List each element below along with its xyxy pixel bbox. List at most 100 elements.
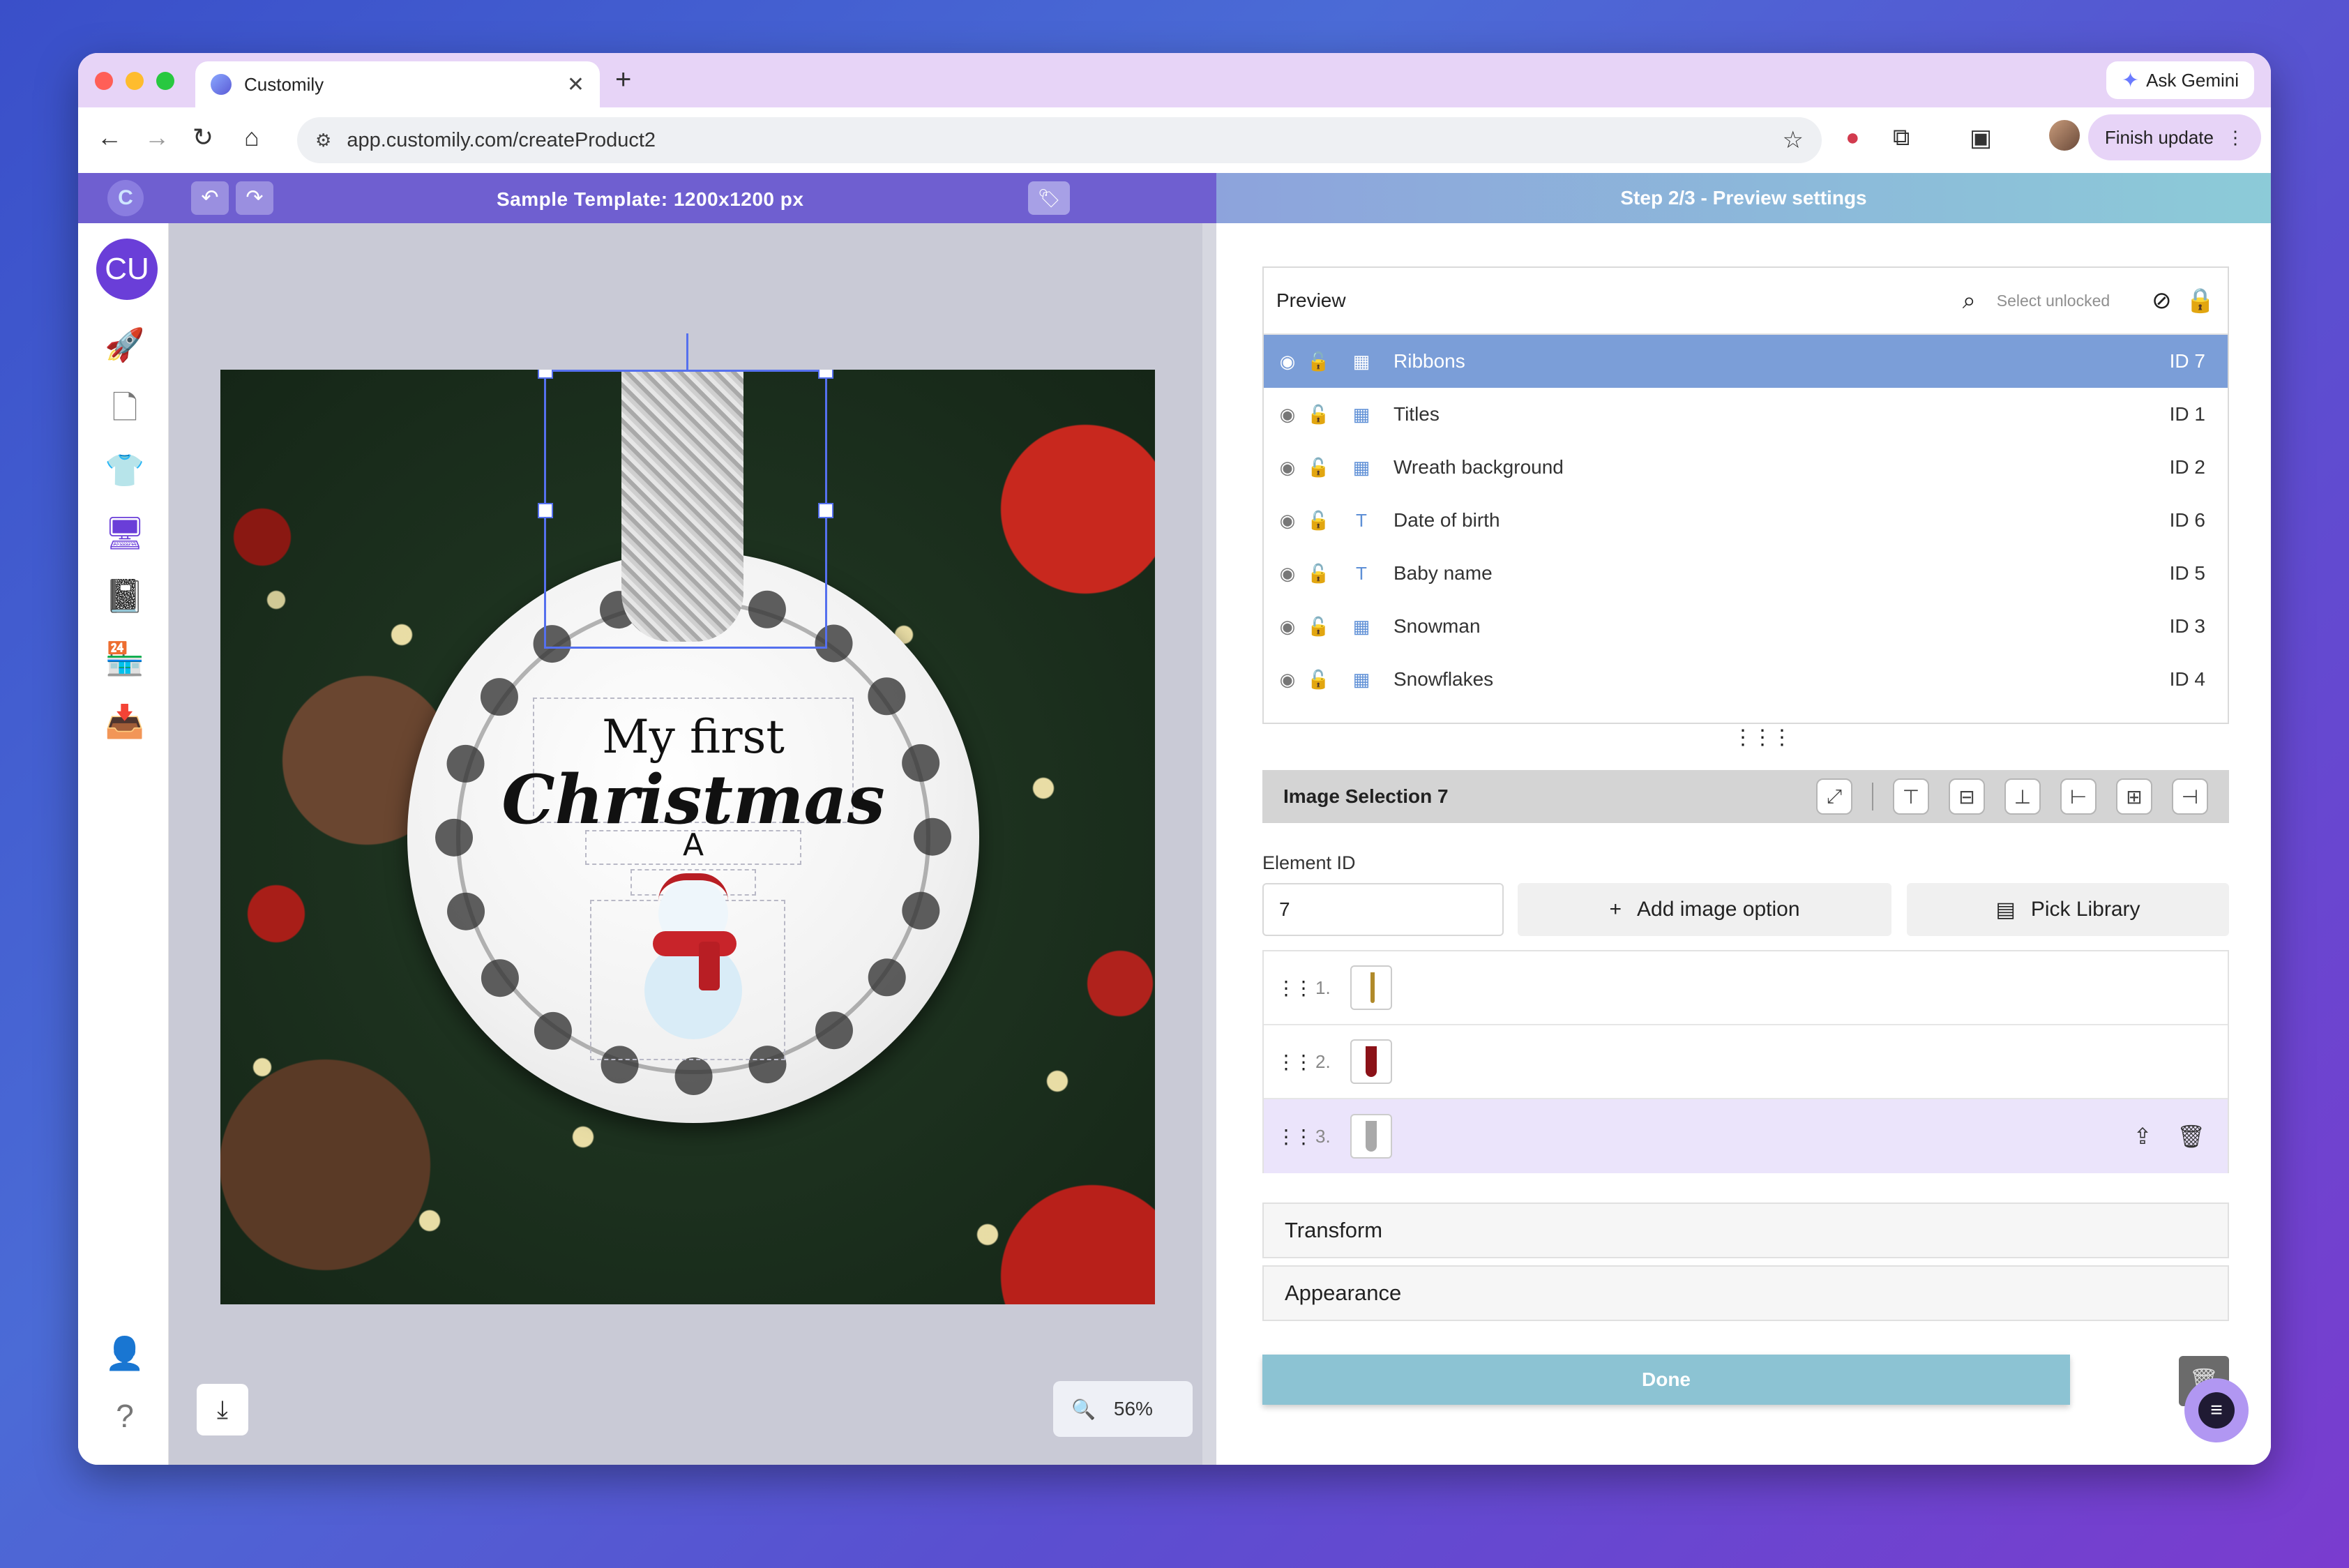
unlock-icon[interactable]: 🔓 — [1307, 457, 1329, 478]
image-option-row[interactable]: ⋮⋮ 1. — [1264, 951, 2228, 1025]
lock-icon[interactable]: 🔒 — [2186, 287, 2215, 315]
tab-search-icon[interactable]: ▣ — [1970, 124, 1992, 152]
profile-avatar[interactable] — [2049, 120, 2080, 151]
url-text[interactable]: app.customily.com/createProduct2 — [347, 129, 1782, 152]
unlock-icon[interactable]: 🔓 — [1307, 669, 1329, 691]
customily-favicon-icon — [211, 74, 232, 95]
layer-row[interactable]: ◉ 🔓 T Baby name ID 5 — [1264, 547, 2228, 600]
align-top-icon[interactable]: ⊤ — [1893, 778, 1929, 815]
help-icon[interactable]: ? — [104, 1395, 146, 1437]
drag-handle-icon[interactable]: ⋮⋮ — [1276, 1050, 1313, 1073]
appearance-accordion[interactable]: Appearance — [1262, 1265, 2229, 1321]
browser-tab[interactable]: Customily ✕ — [195, 61, 600, 107]
layer-name: Wreath background — [1393, 456, 1564, 478]
resize-handle-top-left[interactable] — [538, 370, 553, 379]
redo-button[interactable]: ↷ — [236, 181, 273, 215]
visibility-eye-icon[interactable]: ◉ — [1276, 404, 1299, 425]
extension-strawberry-icon[interactable]: ● — [1845, 124, 1860, 151]
image-option-row[interactable]: ⋮⋮ 2. — [1264, 1025, 2228, 1099]
unlock-icon[interactable]: 🔓 — [1307, 404, 1329, 425]
layer-row[interactable]: ◉ 🔓 T Date of birth ID 6 — [1264, 494, 2228, 547]
align-vertical-center-icon[interactable]: ⊟ — [1949, 778, 1985, 815]
layer-row[interactable]: ◉ 🔓 ▦ Snowman ID 3 — [1264, 600, 2228, 653]
layer-row[interactable]: ◉ 🔓 ▦ Titles ID 1 — [1264, 388, 2228, 441]
resize-grip-icon[interactable]: ⋮⋮⋮ — [1732, 725, 1792, 750]
unlock-icon[interactable]: 🔓 — [1307, 510, 1329, 532]
layer-search-icon[interactable]: ⌕ — [1963, 287, 1976, 315]
panel-divider[interactable] — [1202, 223, 1216, 1465]
transform-accordion[interactable]: Transform — [1262, 1203, 2229, 1258]
pick-library-button[interactable]: ▤ Pick Library — [1907, 883, 2229, 936]
drag-handle-icon[interactable]: ⋮⋮ — [1276, 1125, 1313, 1148]
maximize-window-button[interactable] — [156, 72, 174, 90]
visibility-eye-icon[interactable]: ◉ — [1276, 616, 1299, 638]
hide-eye-slash-icon[interactable]: ⊘ — [2152, 287, 2172, 315]
visibility-eye-icon[interactable]: ◉ — [1276, 669, 1299, 691]
option-thumbnail[interactable] — [1350, 1039, 1392, 1084]
rotation-handle[interactable] — [686, 333, 688, 370]
extensions-puzzle-icon[interactable]: ⧉ — [1893, 124, 1910, 151]
reload-icon[interactable]: ↻ — [186, 123, 220, 152]
bookmark-star-icon[interactable]: ☆ — [1783, 126, 1804, 154]
element-id-input[interactable]: 7 — [1262, 883, 1504, 936]
home-icon[interactable]: ⌂ — [234, 123, 269, 152]
layer-row[interactable]: ◉ 🔓 ▦ Snowflakes ID 4 — [1264, 653, 2228, 706]
align-bottom-icon[interactable]: ⊥ — [2004, 778, 2041, 815]
user-avatar[interactable]: CU — [96, 239, 158, 300]
minimize-window-button[interactable] — [126, 72, 144, 90]
align-left-icon[interactable]: ⊢ — [2060, 778, 2097, 815]
customily-logo-icon[interactable]: C — [107, 180, 144, 216]
close-window-button[interactable] — [95, 72, 113, 90]
undo-button[interactable]: ↶ — [191, 181, 229, 215]
zoom-control[interactable]: 🔍 56% — [1053, 1381, 1193, 1437]
option-thumbnail[interactable] — [1350, 965, 1392, 1010]
resize-handle-right[interactable] — [818, 503, 833, 518]
option-thumbnail[interactable] — [1350, 1114, 1392, 1159]
tshirt-icon[interactable]: 👕 — [104, 449, 146, 491]
done-button[interactable]: Done — [1262, 1355, 2070, 1405]
omnibox[interactable]: ⚙ app.customily.com/createProduct2 ☆ — [297, 117, 1822, 163]
logout-icon[interactable]: ⇥ — [104, 1458, 146, 1465]
new-tab-button[interactable]: + — [615, 64, 631, 96]
site-settings-icon[interactable]: ⚙ — [315, 130, 331, 151]
back-arrow-icon[interactable]: ← — [92, 123, 127, 152]
visibility-eye-icon[interactable]: ◉ — [1276, 351, 1299, 372]
add-image-option-button[interactable]: + Add image option — [1518, 883, 1891, 936]
unlock-icon[interactable]: 🔓 — [1307, 351, 1329, 372]
layer-id: ID 7 — [2169, 350, 2205, 372]
select-unlocked-button[interactable]: Select unlocked — [1997, 292, 2110, 310]
chat-support-button[interactable]: ≡ — [2184, 1378, 2249, 1442]
visibility-eye-icon[interactable]: ◉ — [1276, 563, 1299, 585]
align-horizontal-center-icon[interactable]: ⊞ — [2116, 778, 2152, 815]
delete-trash-icon[interactable]: 🗑 — [2177, 1123, 2205, 1149]
visibility-eye-icon[interactable]: ◉ — [1276, 457, 1299, 478]
more-menu-icon[interactable]: ⋮ — [2226, 127, 2244, 149]
unlock-icon[interactable]: 🔓 — [1307, 563, 1329, 585]
align-right-icon[interactable]: ⊣ — [2172, 778, 2208, 815]
image-option-row[interactable]: ⋮⋮ 3. ⇪ 🗑 — [1264, 1099, 2228, 1173]
unlock-icon[interactable]: 🔓 — [1307, 616, 1329, 638]
resize-handle-left[interactable] — [538, 503, 553, 518]
fit-expand-icon[interactable]: ⤢ — [1816, 778, 1852, 815]
inbox-icon[interactable]: 📥 — [104, 700, 146, 742]
tag-button[interactable]: 🏷 — [1028, 181, 1070, 215]
monitor-icon[interactable]: 🖥 — [104, 512, 146, 554]
document-icon[interactable]: 🗋 — [104, 386, 146, 428]
book-icon[interactable]: 📓 — [104, 575, 146, 617]
ask-gemini-button[interactable]: ✦ Ask Gemini — [2106, 61, 2254, 99]
close-tab-icon[interactable]: ✕ — [567, 73, 584, 97]
download-button[interactable]: ⤓ — [197, 1384, 248, 1435]
drag-handle-icon[interactable]: ⋮⋮ — [1276, 977, 1313, 1000]
ribbon-selection-box[interactable] — [538, 370, 833, 649]
layer-row[interactable]: ◉ 🔓 ▦ Ribbons ID 7 — [1264, 335, 2228, 388]
visibility-eye-icon[interactable]: ◉ — [1276, 510, 1299, 532]
finish-update-button[interactable]: Finish update ⋮ — [2087, 114, 2261, 160]
store-icon[interactable]: 🏪 — [104, 638, 146, 679]
upload-icon[interactable]: ⇪ — [2133, 1123, 2152, 1149]
resize-handle-top-right[interactable] — [818, 370, 833, 379]
artboard[interactable]: My first Christmas A A — [220, 370, 1155, 1304]
rocket-icon[interactable]: 🚀 — [104, 324, 146, 365]
user-settings-icon[interactable]: 👤 — [104, 1332, 146, 1374]
forward-arrow-icon[interactable]: → — [139, 123, 174, 152]
layer-row[interactable]: ◉ 🔓 ▦ Wreath background ID 2 — [1264, 441, 2228, 494]
